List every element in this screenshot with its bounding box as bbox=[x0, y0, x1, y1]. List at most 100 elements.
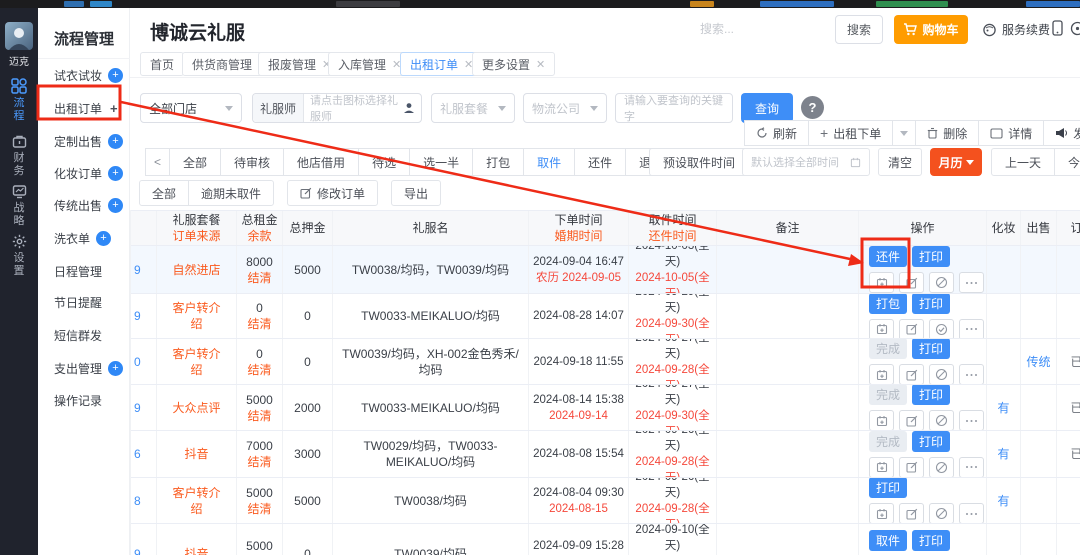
sidebar-item-6[interactable]: 日程管理 bbox=[54, 256, 130, 286]
calendar-icon[interactable] bbox=[869, 457, 894, 478]
more-icon[interactable] bbox=[959, 410, 984, 430]
sale-link[interactable]: 传统 bbox=[1021, 339, 1057, 384]
page-tab-3[interactable]: 入库管理✕ bbox=[328, 52, 411, 76]
more-icon[interactable] bbox=[959, 272, 984, 293]
op-button-打印[interactable]: 打印 bbox=[912, 294, 950, 314]
plus-badge-icon[interactable]: + bbox=[108, 198, 123, 213]
edit-icon[interactable] bbox=[899, 319, 924, 339]
sidebar-item-2[interactable]: 定制出售+ bbox=[54, 126, 130, 156]
sidebar-item-4[interactable]: 传统出售+ bbox=[54, 190, 130, 220]
check-circle-icon[interactable] bbox=[929, 319, 954, 339]
sidebar-item-1[interactable]: 出租订单+ bbox=[54, 93, 130, 123]
search-button[interactable]: 搜索 bbox=[835, 15, 883, 44]
sidebar-item-10[interactable]: 操作记录 bbox=[54, 385, 130, 415]
ban-icon[interactable] bbox=[929, 457, 954, 478]
ban-icon[interactable] bbox=[929, 364, 954, 384]
op-button-打印[interactable]: 打印 bbox=[869, 478, 907, 498]
avatar[interactable] bbox=[5, 22, 33, 50]
edit-order-button[interactable]: 修改订单 bbox=[287, 180, 378, 206]
help-icon[interactable]: ? bbox=[801, 96, 824, 119]
delete-button[interactable]: 删除 bbox=[915, 120, 979, 146]
sub-tab-overdue[interactable]: 逾期未取件 bbox=[188, 180, 274, 206]
edit-icon[interactable] bbox=[899, 410, 924, 430]
plus-badge-icon[interactable]: + bbox=[96, 231, 111, 246]
status-tab-6[interactable]: 取件 bbox=[523, 148, 575, 176]
today-button[interactable]: 今天 bbox=[1054, 148, 1080, 176]
close-icon[interactable]: ✕ bbox=[536, 58, 545, 71]
calendar-icon[interactable] bbox=[869, 319, 894, 339]
op-button-打印[interactable]: 打印 bbox=[912, 530, 950, 551]
calendar-icon[interactable] bbox=[869, 272, 894, 293]
status-tab-7[interactable]: 还件 bbox=[574, 148, 626, 176]
table-row-0[interactable]: 9自然进店8000结清5000TW0038/均码，TW0039/均码2024-0… bbox=[131, 246, 1080, 294]
global-search-input[interactable] bbox=[700, 22, 820, 36]
op-button-打印[interactable]: 打印 bbox=[912, 385, 950, 405]
ban-icon[interactable] bbox=[929, 503, 954, 523]
rail-item-strategy[interactable]: 战略 bbox=[0, 184, 38, 228]
more-icon[interactable] bbox=[959, 364, 984, 384]
plus-badge-icon[interactable]: + bbox=[108, 361, 123, 376]
refresh-button[interactable]: 刷新 bbox=[744, 120, 809, 146]
new-rental-order-dropdown[interactable] bbox=[892, 120, 916, 146]
more-icon[interactable] bbox=[959, 503, 984, 523]
order-id[interactable]: 9 bbox=[131, 524, 157, 555]
status-tab-5[interactable]: 打包 bbox=[472, 148, 524, 176]
op-button-打印[interactable]: 打印 bbox=[912, 431, 950, 452]
rail-item-settings[interactable]: 设置 bbox=[0, 234, 38, 278]
order-id[interactable]: 9 bbox=[131, 385, 157, 430]
edit-icon[interactable] bbox=[899, 457, 924, 478]
export-button[interactable]: 导出 bbox=[391, 180, 441, 206]
table-row-1[interactable]: 9客户转介绍0结清0TW0033-MEIKALUO/均码2024-08-28 1… bbox=[131, 294, 1080, 339]
plus-icon[interactable]: + bbox=[110, 101, 118, 116]
sidebar-item-7[interactable]: 节日提醒 bbox=[54, 287, 130, 317]
table-row-6[interactable]: 9抖音500040000TW0039/均码2024-09-09 15:28202… bbox=[131, 524, 1080, 555]
plus-badge-icon[interactable]: + bbox=[108, 166, 123, 181]
edit-icon[interactable] bbox=[899, 503, 924, 523]
sidebar-item-5[interactable]: 洗衣单+ bbox=[54, 223, 130, 253]
op-button-完成[interactable]: 完成 bbox=[869, 385, 907, 405]
page-tab-0[interactable]: 首页 bbox=[140, 52, 184, 76]
rail-item-finance[interactable]: 财务 bbox=[0, 134, 38, 178]
makeup-link[interactable]: 有 bbox=[987, 385, 1021, 430]
page-tab-4[interactable]: 出租订单✕ bbox=[400, 52, 483, 76]
table-row-3[interactable]: 9大众点评5000结清2000TW0033-MEIKALUO/均码2024-08… bbox=[131, 385, 1080, 431]
more-icon[interactable] bbox=[959, 457, 984, 478]
order-id[interactable]: 0 bbox=[131, 339, 157, 384]
table-row-2[interactable]: 0客户转介绍0结清0TW0039/均码，XH-002金色秀禾/均码2024-09… bbox=[131, 339, 1080, 385]
plus-badge-icon[interactable]: + bbox=[108, 134, 123, 149]
status-tab-3[interactable]: 待选 bbox=[358, 148, 410, 176]
op-button-取件[interactable]: 取件 bbox=[869, 530, 907, 551]
calendar-icon[interactable] bbox=[869, 410, 894, 430]
table-row-4[interactable]: 6抖音7000结清3000TW0029/均码，TW0033-MEIKALUO/均… bbox=[131, 431, 1080, 478]
table-row-5[interactable]: 8客户转介绍5000结清5000TW0038/均码2024-08-04 09:3… bbox=[131, 478, 1080, 524]
makeup-link[interactable]: 有 bbox=[987, 478, 1021, 523]
sidebar-item-0[interactable]: 试衣试妆+ bbox=[54, 60, 130, 90]
prev-day-button[interactable]: 上一天 bbox=[991, 148, 1055, 176]
stylist-picker[interactable]: 礼服师 请点击图标选择礼服师 bbox=[252, 93, 422, 123]
op-button-完成[interactable]: 完成 bbox=[869, 431, 907, 452]
mobile-icon[interactable] bbox=[1052, 20, 1063, 41]
order-id[interactable]: 9 bbox=[131, 246, 157, 293]
order-id[interactable]: 9 bbox=[131, 294, 157, 338]
makeup-link[interactable]: 有 bbox=[987, 431, 1021, 477]
month-calendar-button[interactable]: 月历 bbox=[930, 148, 982, 176]
date-range-input[interactable]: 默认选择全部时间 bbox=[742, 148, 870, 176]
status-tab-1[interactable]: 待审核 bbox=[220, 148, 284, 176]
sidebar-item-9[interactable]: 支出管理+ bbox=[54, 353, 130, 383]
sidebar-item-8[interactable]: 短信群发 bbox=[54, 320, 130, 350]
plus-badge-icon[interactable]: + bbox=[108, 68, 123, 83]
new-rental-order-button[interactable]: + 出租下单 bbox=[808, 120, 893, 146]
person-icon[interactable] bbox=[403, 102, 415, 114]
tabs-scroll-left[interactable]: < bbox=[145, 148, 170, 176]
cart-button[interactable]: 购物车 bbox=[894, 15, 968, 44]
rail-item-flow[interactable]: 流程 bbox=[0, 78, 38, 123]
order-id[interactable]: 6 bbox=[131, 431, 157, 477]
edit-icon[interactable] bbox=[899, 272, 924, 293]
target-icon[interactable] bbox=[1070, 21, 1080, 41]
keyword-input[interactable]: 请输入要查询的关键字 bbox=[615, 93, 733, 123]
page-tab-5[interactable]: 更多设置✕ bbox=[472, 52, 555, 76]
op-button-完成[interactable]: 完成 bbox=[869, 339, 907, 359]
status-tab-4[interactable]: 选一半 bbox=[409, 148, 473, 176]
status-tab-0[interactable]: 全部 bbox=[169, 148, 221, 176]
sub-tab-all[interactable]: 全部 bbox=[139, 180, 189, 206]
